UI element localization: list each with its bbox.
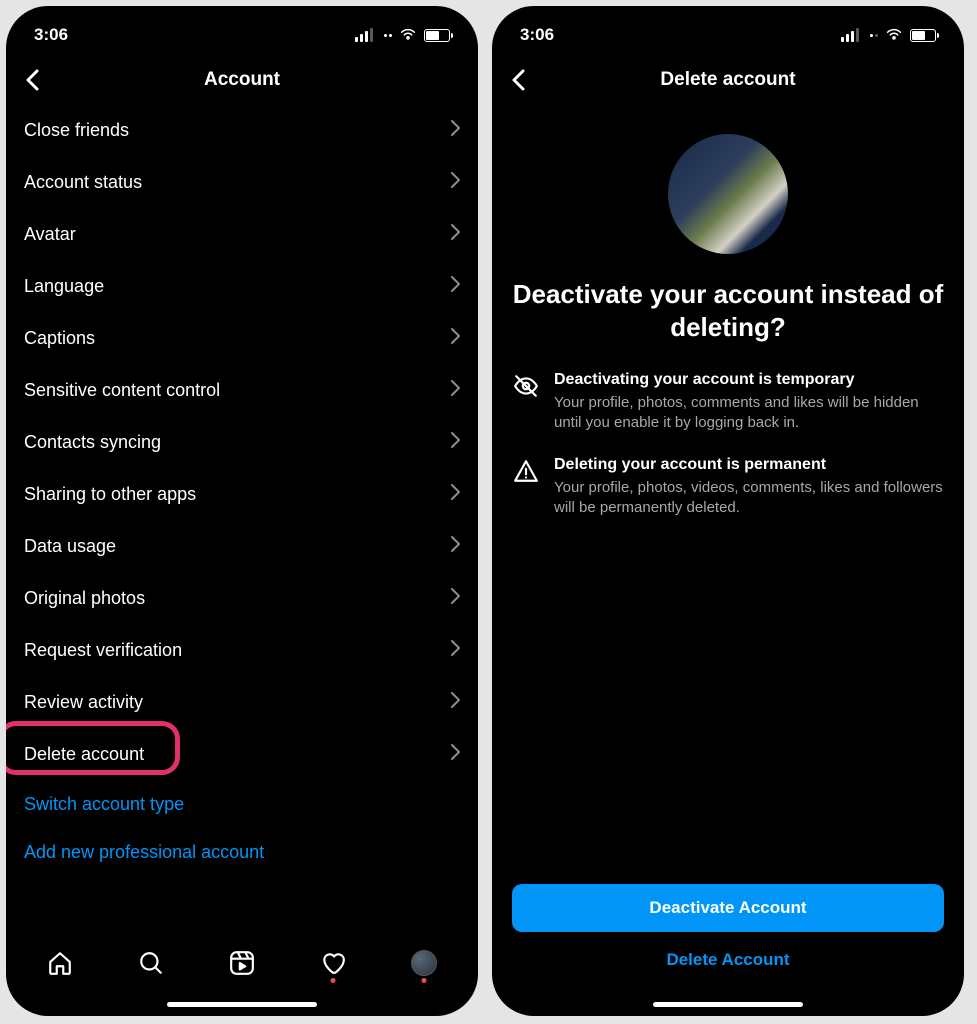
battery-icon [424, 29, 450, 42]
menu-item-account-status[interactable]: Account status [24, 156, 460, 208]
chevron-right-icon [451, 484, 460, 505]
cellular-icon [355, 28, 373, 42]
menu-item-review-activity[interactable]: Review activity [24, 676, 460, 728]
menu-item-avatar[interactable]: Avatar [24, 208, 460, 260]
tab-activity[interactable] [319, 949, 347, 977]
tab-search[interactable] [137, 949, 165, 977]
menu-item-sharing[interactable]: Sharing to other apps [24, 468, 460, 520]
info-title: Deactivating your account is temporary [554, 371, 944, 389]
chevron-right-icon [451, 640, 460, 661]
back-button[interactable] [18, 66, 46, 94]
content-area: Deactivate your account instead of delet… [492, 104, 964, 992]
menu-item-close-friends[interactable]: Close friends [24, 104, 460, 156]
notification-dot-icon [422, 978, 427, 983]
status-icons [841, 26, 936, 45]
status-time: 3:06 [520, 25, 554, 45]
status-time: 3:06 [34, 25, 68, 45]
wifi-icon [885, 26, 903, 45]
page-title: Delete account [660, 69, 795, 91]
chevron-right-icon [451, 380, 460, 401]
battery-icon [910, 29, 936, 42]
status-bar: 3:06 [492, 6, 964, 56]
info-title: Deleting your account is permanent [554, 456, 944, 474]
info-body: Your profile, photos, videos, comments, … [554, 478, 944, 519]
delete-account-link[interactable]: Delete Account [512, 950, 944, 970]
notification-dot-icon [331, 978, 336, 983]
tab-profile[interactable] [410, 949, 438, 977]
info-deactivate: Deactivating your account is temporary Y… [512, 371, 944, 434]
menu-item-original-photos[interactable]: Original photos [24, 572, 460, 624]
chevron-right-icon [451, 276, 460, 297]
info-body: Your profile, photos, comments and likes… [554, 393, 944, 434]
status-bar: 3:06 [6, 6, 478, 56]
tab-reels[interactable] [228, 949, 256, 977]
link-switch-account-type[interactable]: Switch account type [24, 780, 460, 828]
info-delete: Deleting your account is permanent Your … [512, 456, 944, 519]
status-icons [355, 26, 450, 45]
deactivate-account-button[interactable]: Deactivate Account [512, 884, 944, 932]
signal-dots-icon [870, 34, 878, 37]
cellular-icon [841, 28, 859, 42]
heading: Deactivate your account instead of delet… [512, 278, 944, 343]
wifi-icon [399, 26, 417, 45]
profile-picture [668, 134, 788, 254]
chevron-right-icon [451, 432, 460, 453]
signal-dots-icon [384, 34, 392, 37]
tab-bar [6, 934, 478, 992]
menu-item-data-usage[interactable]: Data usage [24, 520, 460, 572]
chevron-right-icon [451, 536, 460, 557]
home-indicator[interactable] [492, 992, 964, 1016]
chevron-right-icon [451, 744, 460, 765]
menu-item-language[interactable]: Language [24, 260, 460, 312]
eye-off-icon [512, 371, 540, 434]
account-settings-screen: 3:06 Account Close friends Account statu… [6, 6, 478, 1016]
chevron-right-icon [451, 588, 460, 609]
chevron-right-icon [451, 172, 460, 193]
warning-icon [512, 456, 540, 519]
menu-item-contacts-syncing[interactable]: Contacts syncing [24, 416, 460, 468]
home-indicator[interactable] [6, 992, 478, 1016]
nav-header: Account [6, 56, 478, 104]
chevron-right-icon [451, 692, 460, 713]
menu-item-sensitive-content[interactable]: Sensitive content control [24, 364, 460, 416]
chevron-right-icon [451, 120, 460, 141]
back-button[interactable] [504, 66, 532, 94]
menu-item-delete-account[interactable]: Delete account [24, 728, 460, 780]
link-add-professional-account[interactable]: Add new professional account [24, 828, 460, 876]
nav-header: Delete account [492, 56, 964, 104]
tab-home[interactable] [46, 949, 74, 977]
delete-account-screen: 3:06 Delete account Deactivate your acco… [492, 6, 964, 1016]
chevron-right-icon [451, 328, 460, 349]
menu-item-request-verification[interactable]: Request verification [24, 624, 460, 676]
page-title: Account [204, 69, 280, 91]
menu-item-captions[interactable]: Captions [24, 312, 460, 364]
chevron-right-icon [451, 224, 460, 245]
account-menu: Close friends Account status Avatar Lang… [6, 104, 478, 934]
avatar-icon [411, 950, 437, 976]
